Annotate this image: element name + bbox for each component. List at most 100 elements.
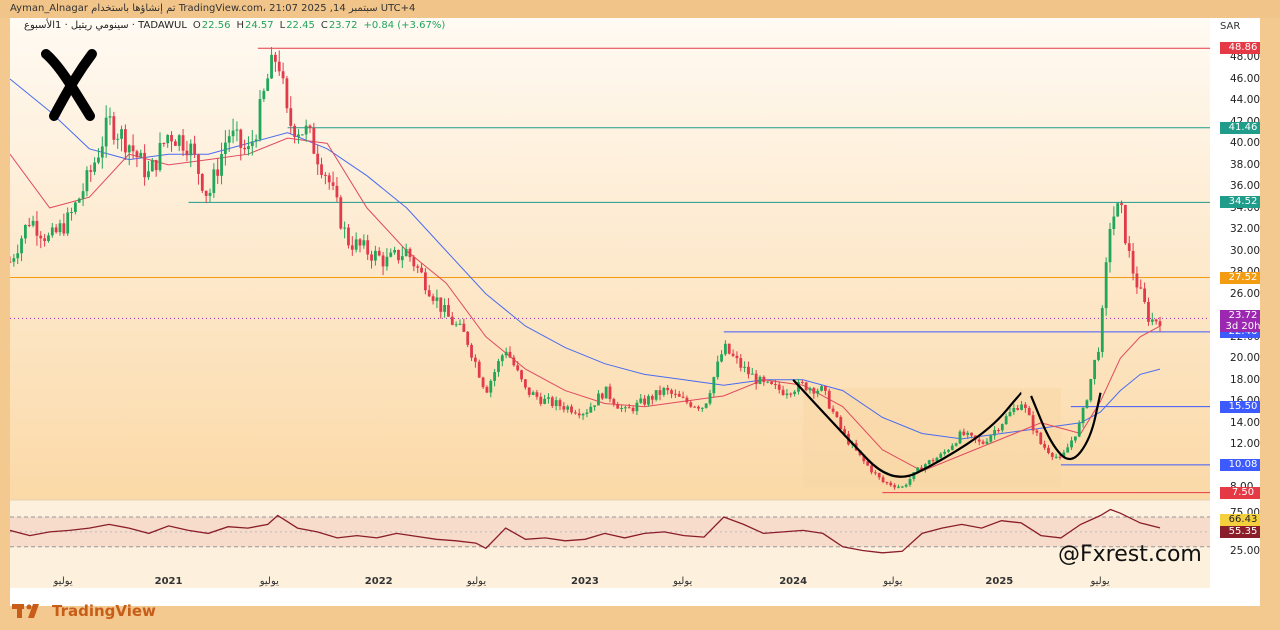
- candle-body: [781, 389, 785, 395]
- price-axis-tick: 18.00: [1230, 373, 1260, 386]
- candle-body: [777, 384, 781, 390]
- level-price-tag: 27.52: [1220, 271, 1260, 284]
- candle-body: [1100, 308, 1104, 352]
- level-price-tag: 41.46: [1220, 121, 1260, 134]
- price-axis-tick: 26.00: [1230, 287, 1260, 300]
- candle-body: [1108, 228, 1112, 263]
- candle-body: [489, 380, 493, 393]
- candle-body: [450, 316, 454, 325]
- level-price-tag: 7.50: [1220, 486, 1260, 499]
- candle-body: [808, 388, 812, 391]
- candle-body: [1104, 262, 1108, 309]
- published-text: تم إنشاؤها باستخدام TradingView.com، 21:…: [91, 3, 416, 14]
- candle-body: [716, 361, 720, 378]
- candle-body: [977, 439, 981, 442]
- candle-body: [693, 406, 697, 408]
- candle-body: [997, 430, 1000, 432]
- author-name: Ayman_Alnagar: [10, 3, 88, 14]
- candle-body: [285, 78, 289, 109]
- candle-body: [62, 223, 66, 234]
- candle-body: [1054, 456, 1058, 458]
- candle-body: [400, 256, 404, 261]
- candle-body: [435, 297, 439, 301]
- candle-body: [589, 406, 593, 413]
- candle-body: [10, 261, 12, 263]
- candle-body: [585, 412, 589, 414]
- candle-body: [1020, 404, 1023, 410]
- candle-body: [439, 297, 443, 312]
- candle-body: [231, 130, 235, 137]
- candle-body: [266, 78, 270, 91]
- candle-body: [54, 227, 58, 233]
- candle-body: [373, 250, 377, 261]
- candle-body: [1070, 440, 1073, 448]
- time-axis-tick: 2025: [985, 576, 1014, 587]
- ohlc-close: C23.72: [320, 20, 358, 31]
- candle-body: [800, 381, 804, 383]
- candle-body: [958, 431, 962, 444]
- candle-body: [323, 174, 327, 176]
- candle-body: [523, 379, 527, 388]
- candle-body: [120, 129, 123, 139]
- candle-body: [654, 390, 658, 400]
- candle-body: [162, 143, 166, 145]
- candle-body: [943, 451, 947, 454]
- candle-body: [754, 373, 758, 384]
- candle-body: [1043, 444, 1047, 448]
- candle-body: [116, 138, 120, 140]
- candle-body: [347, 227, 350, 246]
- candle-body: [273, 54, 277, 62]
- rsi-value-tag: 55.35: [1220, 525, 1260, 538]
- candle-body: [89, 170, 93, 172]
- price-chart[interactable]: [10, 18, 1260, 606]
- candle-body: [412, 257, 416, 267]
- ohlc-open: O22.56: [192, 20, 231, 31]
- price-axis-tick: 30.00: [1230, 244, 1260, 257]
- time-axis-tick: 2024: [779, 576, 808, 587]
- candle-body: [108, 116, 112, 118]
- candle-body: [570, 406, 573, 413]
- candle-body: [339, 197, 343, 229]
- candle-body: [743, 366, 747, 368]
- x-mark-logo-icon: [41, 49, 97, 121]
- candle-body: [904, 484, 908, 487]
- candle-body: [150, 160, 154, 172]
- candle-body: [893, 485, 897, 488]
- candle-body: [954, 443, 958, 446]
- candle-body: [812, 388, 816, 394]
- candle-body: [900, 486, 904, 488]
- candle-body: [416, 266, 420, 268]
- candle-body: [197, 154, 200, 174]
- candle-body: [581, 413, 585, 416]
- candle-body: [773, 384, 777, 386]
- candle-body: [666, 387, 670, 391]
- candle-body: [1147, 302, 1150, 322]
- candle-body: [962, 431, 966, 435]
- candle-body: [70, 211, 73, 213]
- candle-body: [343, 227, 347, 229]
- time-axis-tick: يوليو: [466, 576, 487, 587]
- candle-body: [827, 390, 831, 409]
- candle-body: [1112, 216, 1116, 229]
- ohlc-change: +0.84 (+3.67%): [363, 20, 446, 31]
- candle-body: [804, 382, 808, 391]
- candle-body: [154, 160, 158, 171]
- candle-body: [547, 397, 550, 399]
- candle-body: [397, 249, 400, 261]
- candle-body: [950, 445, 954, 450]
- candle-body: [135, 151, 139, 158]
- level-price-tag: 48.86: [1220, 42, 1260, 55]
- candle-body: [139, 152, 143, 158]
- candle-body: [185, 150, 189, 156]
- candle-body: [35, 220, 39, 236]
- candle-body: [47, 235, 50, 241]
- time-axis-tick: يوليو: [673, 576, 693, 587]
- candle-body: [620, 408, 623, 410]
- price-axis-tick: 12.00: [1230, 438, 1260, 451]
- price-axis-tick: 14.00: [1230, 416, 1260, 429]
- candle-body: [870, 465, 873, 473]
- tradingview-brand: TradingView: [12, 602, 156, 620]
- candle-body: [50, 227, 54, 236]
- candle-body: [1081, 407, 1085, 424]
- candle-body: [985, 441, 989, 444]
